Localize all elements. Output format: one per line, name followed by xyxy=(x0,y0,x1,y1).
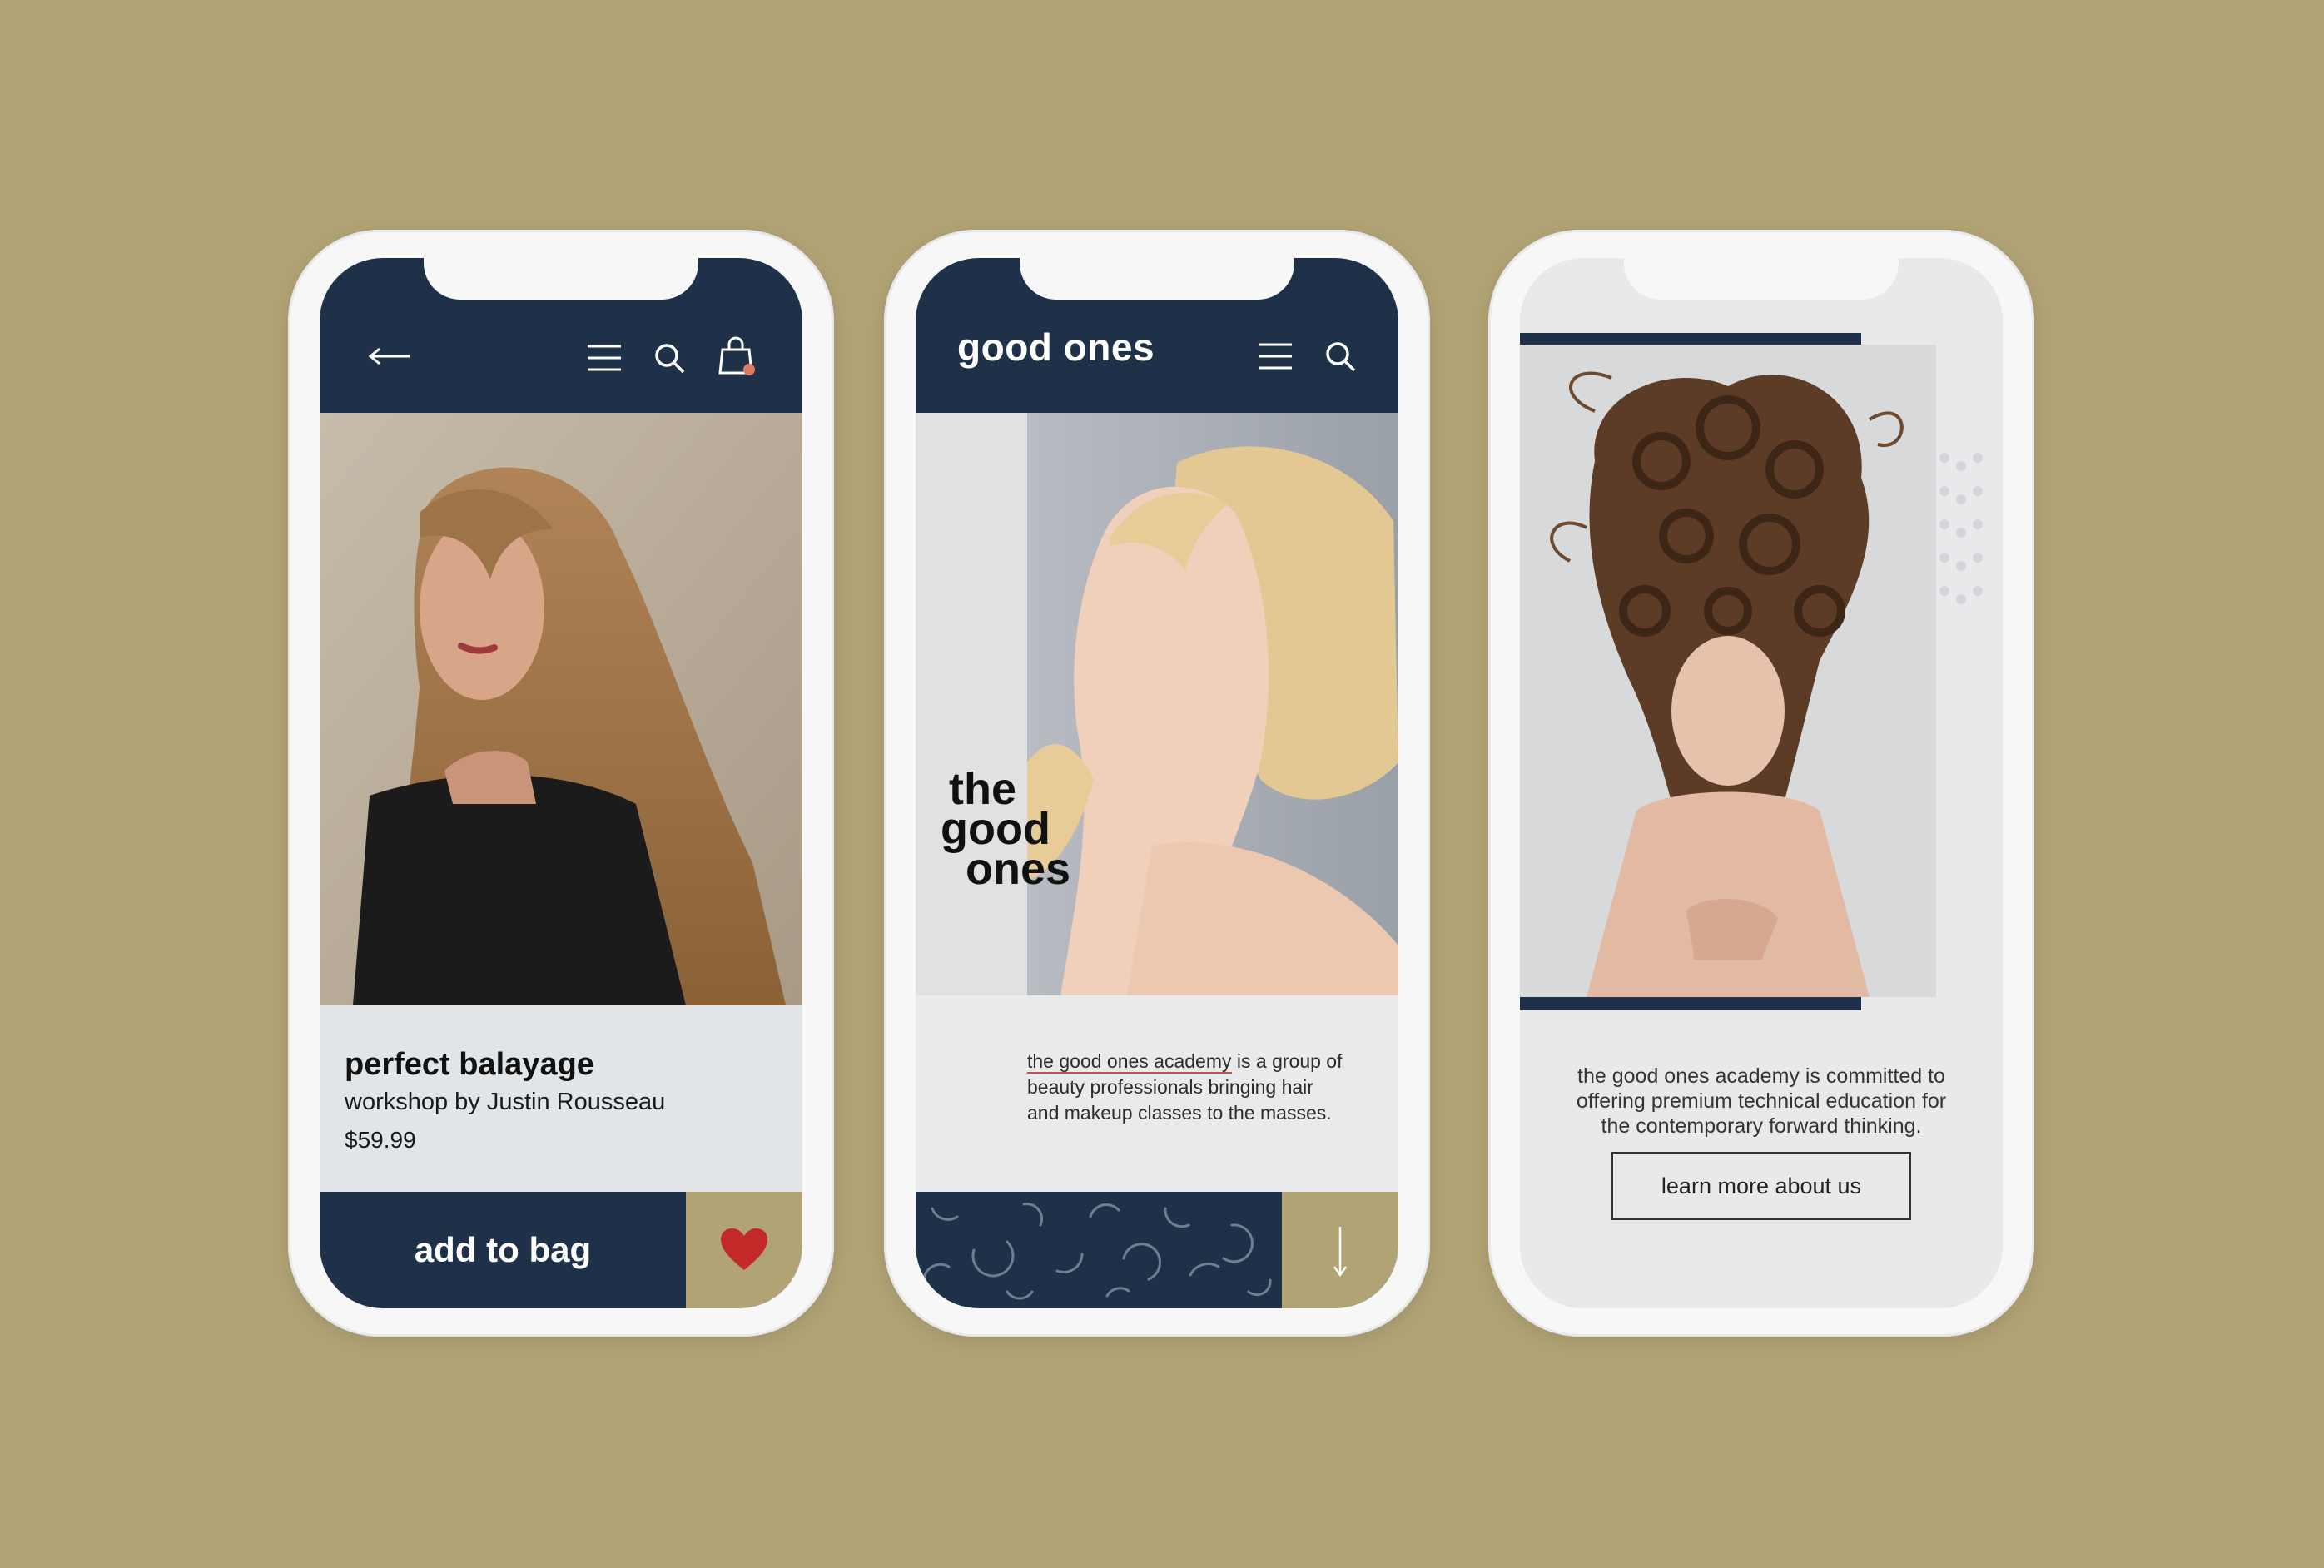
about-line-2: offering premium technical education for xyxy=(1576,1089,1947,1113)
phone-notch xyxy=(1020,258,1294,300)
hamburger-icon[interactable] xyxy=(1257,340,1294,373)
phone-screen: perfect balayage workshop by Justin Rous… xyxy=(320,258,802,1308)
learn-more-button[interactable]: learn more about us xyxy=(1611,1152,1911,1220)
phone-mockup-about: the good ones academy is committed to of… xyxy=(1488,230,2034,1337)
search-icon[interactable] xyxy=(1323,340,1357,373)
hamburger-icon[interactable] xyxy=(586,341,623,375)
description-text-2: beauty professionals bringing hair xyxy=(1027,1076,1313,1098)
phone-notch xyxy=(424,258,698,300)
phone-screen: the good ones academy is committed to of… xyxy=(1520,258,2003,1308)
about-photo xyxy=(1520,345,1936,997)
arrow-down-icon xyxy=(1333,1227,1348,1278)
about-line-3: the contemporary forward thinking. xyxy=(1601,1114,1922,1138)
product-info-panel: perfect balayage workshop by Justin Rous… xyxy=(320,1005,802,1192)
description-text-3: and makeup classes to the masses. xyxy=(1027,1102,1332,1124)
phone-screen: good ones the good ones the good ones ac… xyxy=(916,258,1398,1308)
about-line-1: the good ones academy is committed to xyxy=(1577,1064,1945,1088)
phone-notch xyxy=(1624,258,1899,300)
wordmark-ones: ones xyxy=(966,844,1071,894)
product-photo xyxy=(320,413,802,1005)
phone-mockup-product: perfect balayage workshop by Justin Rous… xyxy=(288,230,834,1337)
add-to-bag-label: add to bag xyxy=(414,1230,592,1269)
wordmark-the: the xyxy=(949,764,1016,814)
search-icon[interactable] xyxy=(653,341,686,375)
product-price: $59.99 xyxy=(345,1127,416,1153)
shopping-bag-icon[interactable] xyxy=(718,336,756,376)
academy-description: the good ones academy is a group of beau… xyxy=(1027,1049,1360,1126)
accent-bar-bottom xyxy=(1520,997,1861,1010)
favorite-button[interactable] xyxy=(686,1192,802,1308)
scroll-down-button[interactable] xyxy=(1282,1192,1398,1308)
brand-logo[interactable]: good ones xyxy=(957,325,1155,370)
academy-link[interactable]: the good ones academy xyxy=(1027,1050,1232,1074)
wordmark-good: good xyxy=(941,804,1050,854)
dot-pattern-decoration xyxy=(1939,453,1983,604)
add-to-bag-button[interactable]: add to bag xyxy=(320,1192,686,1308)
heart-icon xyxy=(721,1228,767,1270)
hero-photo xyxy=(1027,413,1398,995)
phone-mockup-home: good ones the good ones the good ones ac… xyxy=(884,230,1430,1337)
hero-side-strip xyxy=(916,413,1027,995)
about-description: the good ones academy is committed to of… xyxy=(1553,1064,1969,1139)
arrow-left-icon[interactable] xyxy=(366,343,413,370)
product-subtitle: workshop by Justin Rousseau xyxy=(345,1089,666,1115)
description-text-1: is a group of xyxy=(1231,1050,1343,1072)
product-title: perfect balayage xyxy=(345,1047,594,1082)
decorative-pattern-band xyxy=(916,1192,1282,1308)
